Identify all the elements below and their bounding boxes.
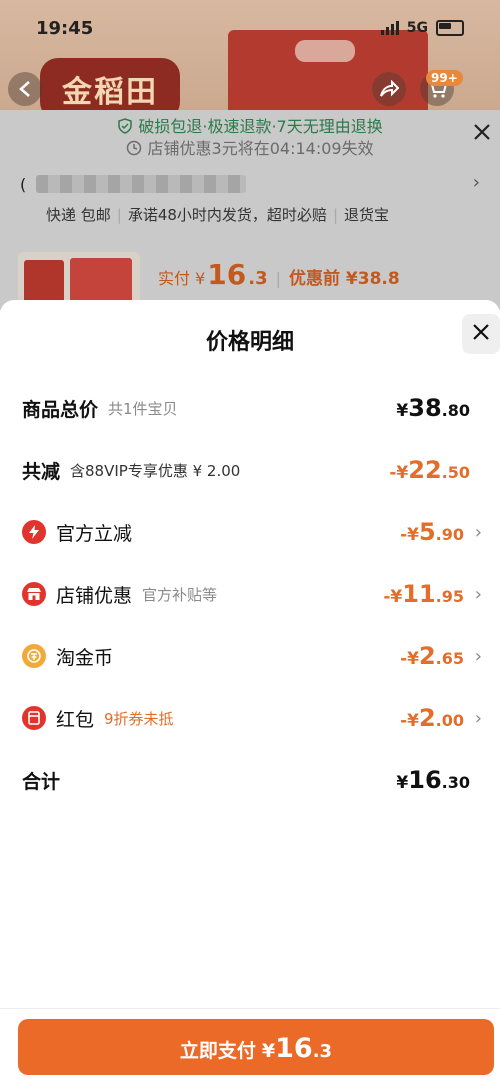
coin-icon [22, 644, 46, 668]
shield-check-icon [117, 117, 138, 136]
return-insurance: 退货宝 [344, 206, 390, 224]
actual-price-label: 实付 ¥ [158, 269, 206, 288]
actual-price-summary: 实付 ¥16.3 | 优惠前 ¥38.8 [158, 258, 400, 291]
guarantee-text: 破损包退·极速退款·7天无理由退换 [138, 117, 383, 136]
row-sub: 共1件宝贝 [108, 399, 178, 418]
row-red-envelope[interactable]: 红包 9折券未抵 -¥ 2.00 › [22, 698, 482, 738]
chevron-right-icon: › [472, 172, 480, 193]
cart-badge: 99+ [426, 70, 463, 86]
pay-bar: 立即支付 ¥16.3 [0, 1008, 500, 1083]
row-sub: 9折券未抵 [104, 709, 174, 728]
status-indicators: 5G [380, 20, 464, 36]
clock-icon [126, 139, 147, 158]
close-button[interactable] [462, 314, 500, 354]
pay-button-currency: ¥ [261, 1040, 276, 1062]
shipping-info: 快递 包邮 | 承诺48小时内发货，超时必赔 | 退货宝 [46, 206, 390, 224]
share-icon[interactable] [372, 72, 406, 106]
red-envelope-icon [22, 706, 46, 730]
address-prefix: ( [20, 174, 27, 194]
row-amount: -¥ 2.65 [400, 642, 464, 670]
row-taojinbi[interactable]: 淘金币 -¥ 2.65 › [22, 636, 482, 676]
price-before-discount: 优惠前 ¥38.8 [289, 269, 400, 289]
network-type: 5G [406, 20, 428, 36]
status-bar: 19:45 5G [0, 0, 500, 56]
row-label: 淘金币 [56, 646, 114, 669]
pay-now-button[interactable]: 立即支付 ¥16.3 [18, 1019, 494, 1075]
pay-button-amount-dec: .3 [312, 1041, 333, 1062]
actual-price-dec: .3 [248, 268, 268, 289]
row-store-discount[interactable]: 店铺优惠 官方补贴等 -¥ 11.95 › [22, 574, 482, 614]
signal-icon [380, 21, 399, 35]
shipping-promise: 承诺48小时内发货，超时必赔 [127, 206, 327, 224]
back-icon[interactable] [8, 72, 42, 106]
guarantee-banner: 破损包退·极速退款·7天无理由退换 店铺优惠3元将在04:14:09失效 [0, 116, 500, 160]
row-amount: ¥38.80 [396, 394, 470, 422]
row-amount: -¥ 22.50 [389, 456, 470, 484]
row-label: 红包 [56, 708, 95, 731]
order-close-icon[interactable] [472, 120, 492, 148]
row-official-discount[interactable]: 官方立减 -¥ 5.90 › [22, 512, 482, 552]
row-label: 商品总价 [22, 398, 99, 421]
close-icon [472, 323, 490, 345]
store-icon [22, 582, 46, 606]
brand-logo: 金稻田 [40, 58, 180, 110]
chevron-right-icon: › [474, 707, 482, 729]
coupon-expiry-prefix: 店铺优惠3元将在 [147, 139, 270, 158]
row-label: 合计 [22, 770, 61, 793]
address-blurred [36, 175, 247, 193]
pay-button-label: 立即支付 [179, 1040, 256, 1062]
price-detail-sheet: 价格明细 商品总价 共1件宝贝 ¥38.80 共减 含88VIP专享优惠 ¥ 2… [0, 300, 500, 1082]
row-amount: -¥ 11.95 [383, 580, 464, 608]
row-goods-total: 商品总价 共1件宝贝 ¥38.80 [22, 388, 482, 428]
chevron-right-icon: › [474, 645, 482, 667]
row-amount: -¥ 5.90 [400, 518, 464, 546]
row-sub: 官方补贴等 [142, 585, 218, 604]
pay-button-amount-int: 16 [275, 1033, 313, 1064]
guarantee-line: 破损包退·极速退款·7天无理由退换 [0, 116, 500, 138]
row-sub: 含88VIP专享优惠 ¥ 2.00 [70, 461, 241, 480]
row-amount: ¥16.30 [396, 766, 470, 794]
row-total-discount: 共减 含88VIP专享优惠 ¥ 2.00 -¥ 22.50 [22, 450, 482, 490]
status-time: 19:45 [36, 17, 94, 39]
address-row[interactable]: ( › [20, 170, 480, 198]
actual-price-int: 16 [207, 258, 247, 291]
shipping-method: 快递 包邮 [46, 206, 111, 224]
row-grand-total: 合计 ¥16.30 [22, 760, 482, 800]
row-amount: -¥ 2.00 [400, 704, 464, 732]
battery-icon [436, 20, 464, 36]
row-label: 官方立减 [56, 522, 133, 545]
coupon-expiry-suffix: 失效 [341, 139, 374, 158]
row-label: 共减 [22, 460, 61, 483]
row-label: 店铺优惠 [56, 584, 133, 607]
chevron-right-icon: › [474, 521, 482, 543]
lightning-icon [22, 520, 46, 544]
chevron-right-icon: › [474, 583, 482, 605]
coupon-expiry-line: 店铺优惠3元将在04:14:09失效 [0, 138, 500, 160]
coupon-countdown: 04:14:09 [269, 139, 342, 158]
sheet-title: 价格明细 [205, 330, 294, 355]
